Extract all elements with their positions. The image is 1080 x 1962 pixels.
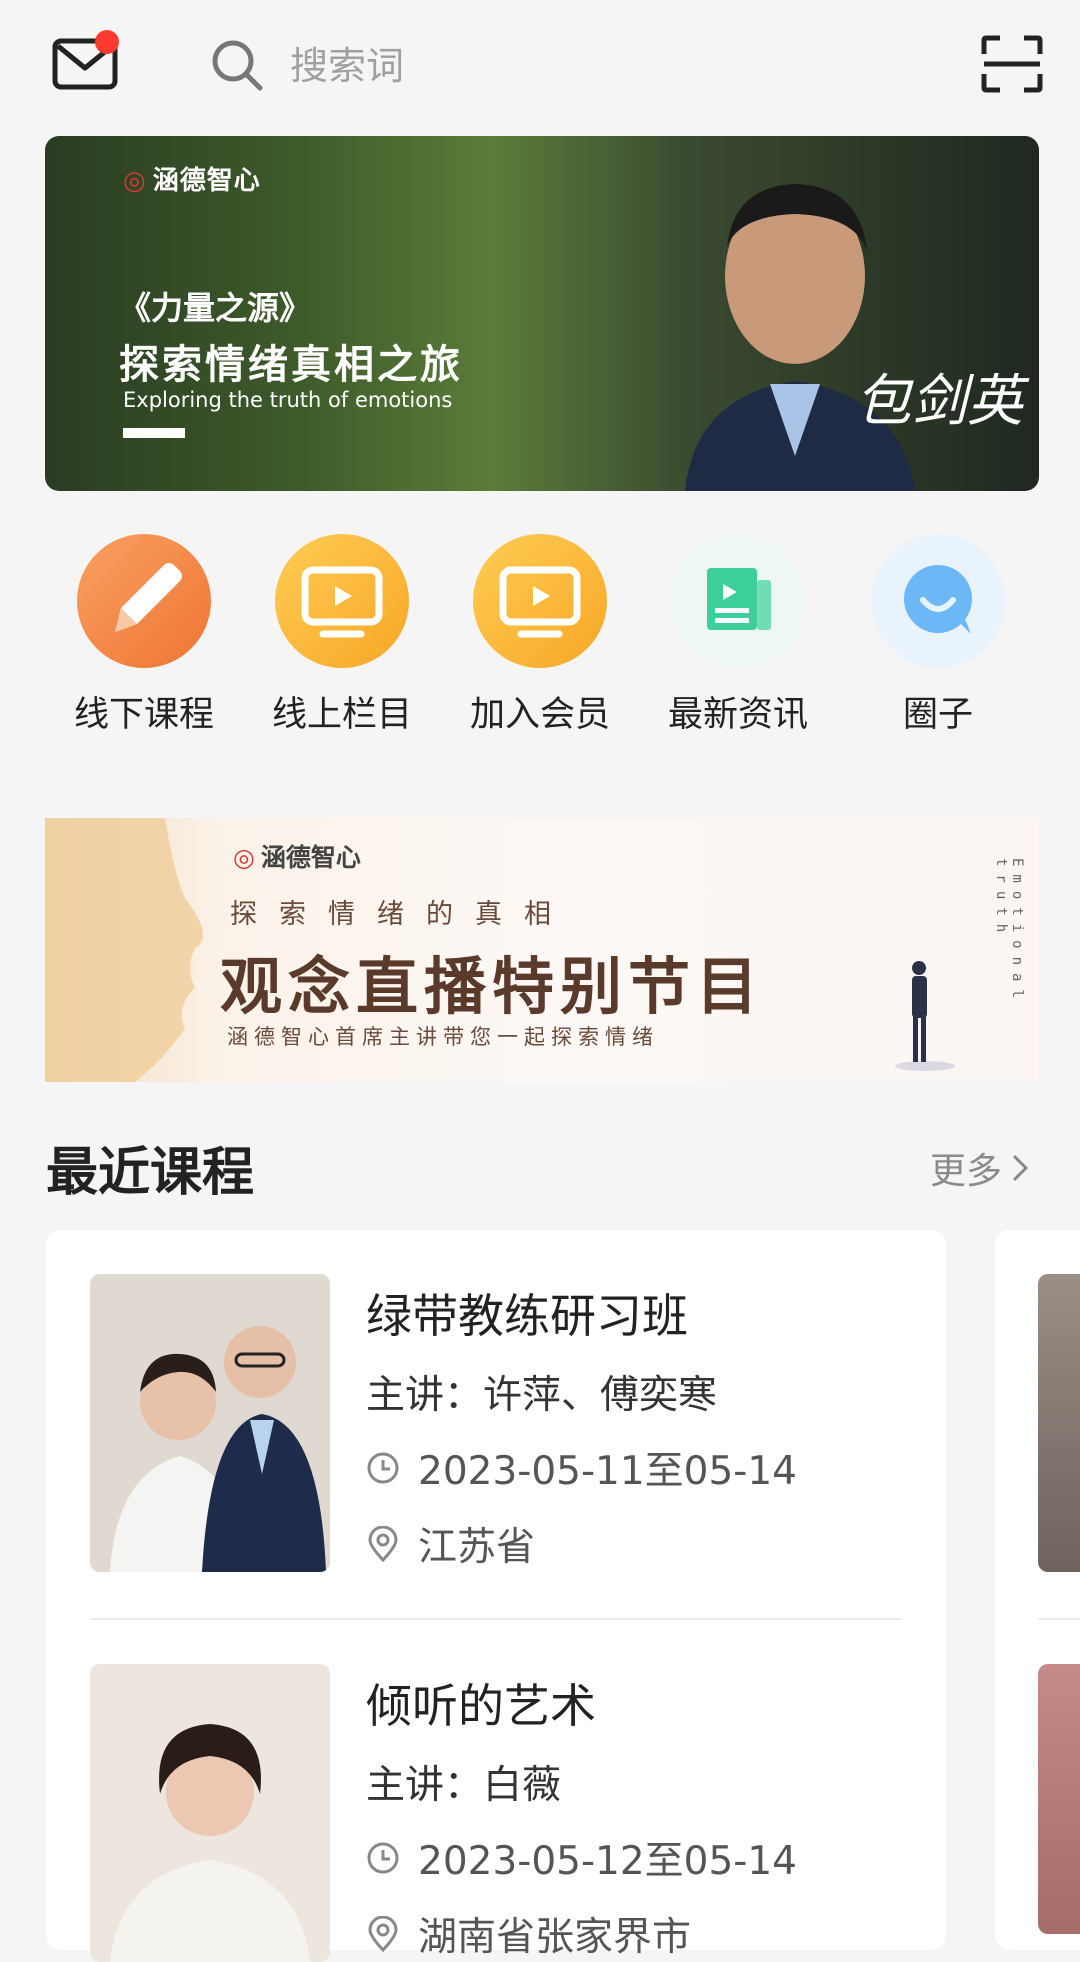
location-pin-icon [368,1916,398,1952]
notification-dot [95,30,119,54]
side-caption: Emotional truth [993,858,1025,1006]
quick-nav: 线下课程 线上栏目 加入会员 最新资讯 圈子 [0,534,1080,744]
speaker-portrait [685,184,915,491]
banner-logo: ◎ 涵德智心 [123,166,261,196]
course-location: 湖南省张家界市 [418,1915,692,1960]
news-icon [671,534,805,668]
banner-kicker: 探索情绪的真相 [230,899,573,930]
face-silhouette [45,818,203,1082]
course-lecturer: 主讲：许萍、傅奕寒 [366,1373,718,1418]
course-card: 绿带教练研习班 主讲：许萍、傅奕寒 2023-05-11至05-14 江苏省 倾… [46,1230,946,1962]
tv-play-icon [275,534,409,668]
nav-join-membership[interactable]: 加入会员 [440,534,640,737]
chevron-right-icon [1012,1154,1029,1182]
clock-icon [367,1452,399,1484]
standing-figure [895,961,955,1071]
course-location: 江苏省 [418,1525,536,1570]
logo-icon: ◎ [233,843,255,872]
course-thumbnail [90,1664,330,1962]
search-input[interactable] [288,43,812,89]
pencil-icon [77,534,211,668]
logo-icon: ◎ [123,166,147,196]
signature: 包剑英 [855,369,1023,434]
banner-logo: ◎ 涵德智心 [233,843,361,872]
course-date-row: 2023-05-11至05-14 [366,1440,797,1496]
course-date-row: 2023-05-12至05-14 [366,1830,797,1886]
search-icon [212,40,263,91]
course-location-row: 江苏省 [366,1516,535,1572]
banner-description: 涵德智心首席主讲带您一起探索情绪 [227,1025,659,1049]
next-course-thumbnail [1038,1664,1080,1934]
banner-subtitle: 《力量之源》 [119,289,312,327]
clock-icon [367,1842,399,1874]
search-bar[interactable] [210,26,850,106]
nav-offline-courses[interactable]: 线下课程 [44,534,244,737]
next-course-thumbnail [1038,1274,1080,1572]
nav-label: 最新资讯 [667,695,808,735]
more-link[interactable]: 更多 [930,1142,1030,1194]
banner-title: 观念直播特别节目 [220,950,765,1023]
course-date: 2023-05-11至05-14 [418,1449,797,1494]
course-location-row: 湖南省张家界市 [366,1906,691,1962]
course-thumbnail [90,1274,330,1572]
divider [1038,1618,1080,1620]
course-date: 2023-05-12至05-14 [418,1839,797,1884]
nav-label: 加入会员 [469,695,610,735]
banner-accent-bar [123,428,185,438]
scan-icon[interactable] [980,34,1044,94]
course-lecturer: 主讲：白薇 [366,1763,562,1808]
course-title: 倾听的艺术 [366,1679,596,1733]
top-bar [0,0,1080,130]
live-program-banner[interactable]: ◎ 涵德智心 探索情绪的真相 观念直播特别节目 涵德智心首席主讲带您一起探索情绪 … [45,818,1039,1082]
nav-latest-news[interactable]: 最新资讯 [638,534,838,737]
section-title: 最近课程 [46,1143,255,1203]
course-title: 绿带教练研习班 [366,1289,688,1343]
banner-title: 探索情绪真相之旅 [119,342,463,388]
main-banner[interactable]: ◎ 涵德智心 《力量之源》 探索情绪真相之旅 Exploring the trut… [45,136,1039,491]
more-label: 更多 [930,1151,1003,1192]
location-pin-icon [368,1526,398,1562]
chat-bubble-icon [871,534,1005,668]
banner-english: Exploring the truth of emotions [123,388,453,412]
tv-play-icon [473,534,607,668]
divider [90,1618,902,1620]
nav-label: 线下课程 [73,695,214,735]
nav-label: 线上栏目 [271,695,412,735]
nav-label: 圈子 [902,695,973,735]
nav-circle[interactable]: 圈子 [838,534,1038,737]
nav-online-columns[interactable]: 线上栏目 [242,534,442,737]
